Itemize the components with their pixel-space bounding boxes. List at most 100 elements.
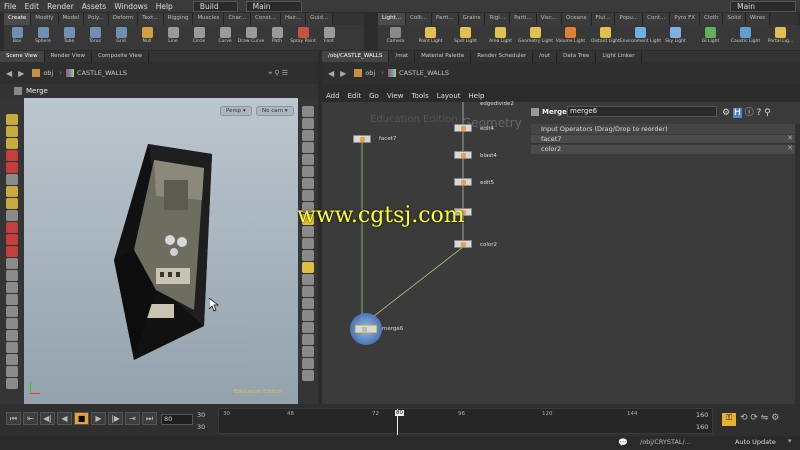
viewport-tool-icon[interactable]: [6, 186, 18, 197]
viewport-tool-icon[interactable]: [6, 366, 18, 377]
viewport-tool-icon[interactable]: [6, 354, 18, 365]
menu-go[interactable]: Go: [365, 92, 383, 100]
pin-icon[interactable]: ⌖ ⚲ ☰: [268, 69, 288, 78]
shelf-tab[interactable]: Light...: [378, 13, 406, 25]
shelf-tool-curve[interactable]: Curve: [212, 25, 238, 50]
menu-assets[interactable]: Assets: [78, 2, 110, 11]
shelf-tool-camera[interactable]: Camera: [378, 25, 413, 50]
tab-render-view[interactable]: Render View: [45, 51, 92, 62]
display-option-icon[interactable]: [302, 106, 314, 117]
prev-key-button[interactable]: ⇤: [23, 412, 38, 425]
right-desktop-selector[interactable]: Main: [730, 0, 796, 12]
display-option-icon[interactable]: [302, 154, 314, 165]
menu-view[interactable]: View: [383, 92, 408, 100]
menu-edit[interactable]: Edit: [21, 2, 44, 11]
display-option-icon[interactable]: [302, 238, 314, 249]
input-operator-row[interactable]: color2 ✕: [531, 144, 795, 154]
display-option-icon[interactable]: [302, 178, 314, 189]
shelf-tab[interactable]: Model: [58, 13, 85, 25]
shelf-tool-null[interactable]: Null: [134, 25, 160, 50]
viewport-tool-icon[interactable]: [6, 210, 18, 221]
viewport-tool-icon[interactable]: [6, 378, 18, 389]
shelf-tab[interactable]: Hair...: [281, 13, 307, 25]
shelf-tab[interactable]: Visc...: [536, 13, 563, 25]
path-node[interactable]: CASTLE_WALLS: [77, 69, 127, 77]
shelf-tab[interactable]: Const...: [251, 13, 282, 25]
shelf-tool-circle[interactable]: Circle: [186, 25, 212, 50]
first-frame-button[interactable]: ⏮: [6, 412, 21, 425]
desktop-selector[interactable]: Build: [192, 0, 238, 12]
shelf-tab[interactable]: Oceans: [562, 13, 592, 25]
shelf-tool-gi-light[interactable]: GI Light: [693, 25, 728, 50]
step-forward-button[interactable]: |▶: [108, 412, 123, 425]
play-reverse-button[interactable]: ◀: [57, 412, 72, 425]
path-root[interactable]: obj: [43, 69, 53, 77]
shelf-tab[interactable]: Deform: [108, 13, 139, 25]
shelf-tab[interactable]: Popu...: [615, 13, 644, 25]
update-mode[interactable]: Auto Update: [735, 438, 776, 446]
play-button[interactable]: ▶: [91, 412, 106, 425]
display-option-icon[interactable]: [302, 250, 314, 261]
node-edit5[interactable]: [454, 178, 472, 186]
display-option-icon[interactable]: [302, 262, 314, 273]
shelf-tool-point-light[interactable]: Point Light: [413, 25, 448, 50]
input-operator-row[interactable]: facet7 ✕: [531, 134, 795, 144]
next-key-button[interactable]: ⇥: [125, 412, 140, 425]
viewport-tool-icon[interactable]: [6, 198, 18, 209]
display-option-icon[interactable]: [302, 130, 314, 141]
display-option-icon[interactable]: [302, 142, 314, 153]
shelf-tool-volume-light[interactable]: Volume Light: [553, 25, 588, 50]
viewport-tool-icon[interactable]: [6, 306, 18, 317]
shelf-tab[interactable]: Flui...: [591, 13, 616, 25]
viewport-tool-icon[interactable]: [6, 270, 18, 281]
shelf-tool-draw-curve[interactable]: Draw Curve: [238, 25, 264, 50]
path-root[interactable]: obj: [365, 69, 375, 77]
shelf-tool-font[interactable]: Font: [316, 25, 342, 50]
chat-icon[interactable]: 💬: [618, 438, 628, 447]
param-toolbar-icons[interactable]: ⚙ H ⓘ ? ⚲: [722, 105, 771, 118]
start-frame-value[interactable]: 30: [197, 411, 205, 419]
viewport-tool-icon[interactable]: [6, 342, 18, 353]
menu-file[interactable]: File: [0, 2, 21, 11]
status-path[interactable]: /obj/CRYSTAL/...: [640, 438, 691, 446]
shelf-tab[interactable]: Guid...: [306, 13, 334, 25]
shelf-tab[interactable]: Colli...: [405, 13, 433, 25]
shelf-tab[interactable]: Parti...: [510, 13, 537, 25]
key-icon[interactable]: ⚿: [722, 413, 736, 426]
realtime-icon[interactable]: ⟲ ⟳ ⇋ ⚙: [740, 413, 779, 423]
tab-data-tree[interactable]: Data Tree: [557, 51, 597, 62]
input-operator-close-icon[interactable]: ✕: [787, 144, 793, 152]
forward-arrow-icon[interactable]: ▶: [18, 69, 24, 78]
shelf-tab[interactable]: Parti...: [432, 13, 459, 25]
shelf-tool-torus[interactable]: Torus: [82, 25, 108, 50]
shelf-tab[interactable]: Solid: [723, 13, 746, 25]
viewport-tool-icon[interactable]: [6, 294, 18, 305]
tab-composite-view[interactable]: Composite View: [92, 51, 150, 62]
shelf-tab[interactable]: Char...: [224, 13, 252, 25]
shelf-tool-tube[interactable]: Tube: [56, 25, 82, 50]
menu-render[interactable]: Render: [43, 2, 78, 11]
tab-render-scheduler[interactable]: Render Scheduler: [471, 51, 534, 62]
viewport-tool-icon[interactable]: [6, 318, 18, 329]
shelf-tool-geometry-light[interactable]: Geometry Light: [518, 25, 553, 50]
viewport-tool-icon[interactable]: [6, 150, 18, 161]
menu-layout[interactable]: Layout: [433, 92, 465, 100]
shelf-tool-spot-light[interactable]: Spot Light: [448, 25, 483, 50]
current-frame-field[interactable]: 80: [161, 414, 193, 425]
display-option-icon[interactable]: [302, 286, 314, 297]
persp-dropdown[interactable]: Persp ▾: [220, 106, 252, 116]
shelf-tool-area-light[interactable]: Area Light: [483, 25, 518, 50]
display-option-icon[interactable]: [302, 310, 314, 321]
viewport-tool-icon[interactable]: [6, 258, 18, 269]
stop-button[interactable]: ■: [74, 412, 89, 425]
display-option-icon[interactable]: [302, 298, 314, 309]
display-option-icon[interactable]: [302, 358, 314, 369]
display-option-icon[interactable]: [302, 322, 314, 333]
node-merge6[interactable]: [355, 325, 377, 333]
shelf-tool-sky-light[interactable]: Sky Light: [658, 25, 693, 50]
shelf-tab[interactable]: Cloth: [700, 13, 724, 25]
shelf-tab[interactable]: Wires: [745, 13, 771, 25]
menu-add[interactable]: Add: [322, 92, 344, 100]
shelf-tool-grid[interactable]: Grid: [108, 25, 134, 50]
end-frame-value[interactable]: 160: [696, 411, 708, 419]
